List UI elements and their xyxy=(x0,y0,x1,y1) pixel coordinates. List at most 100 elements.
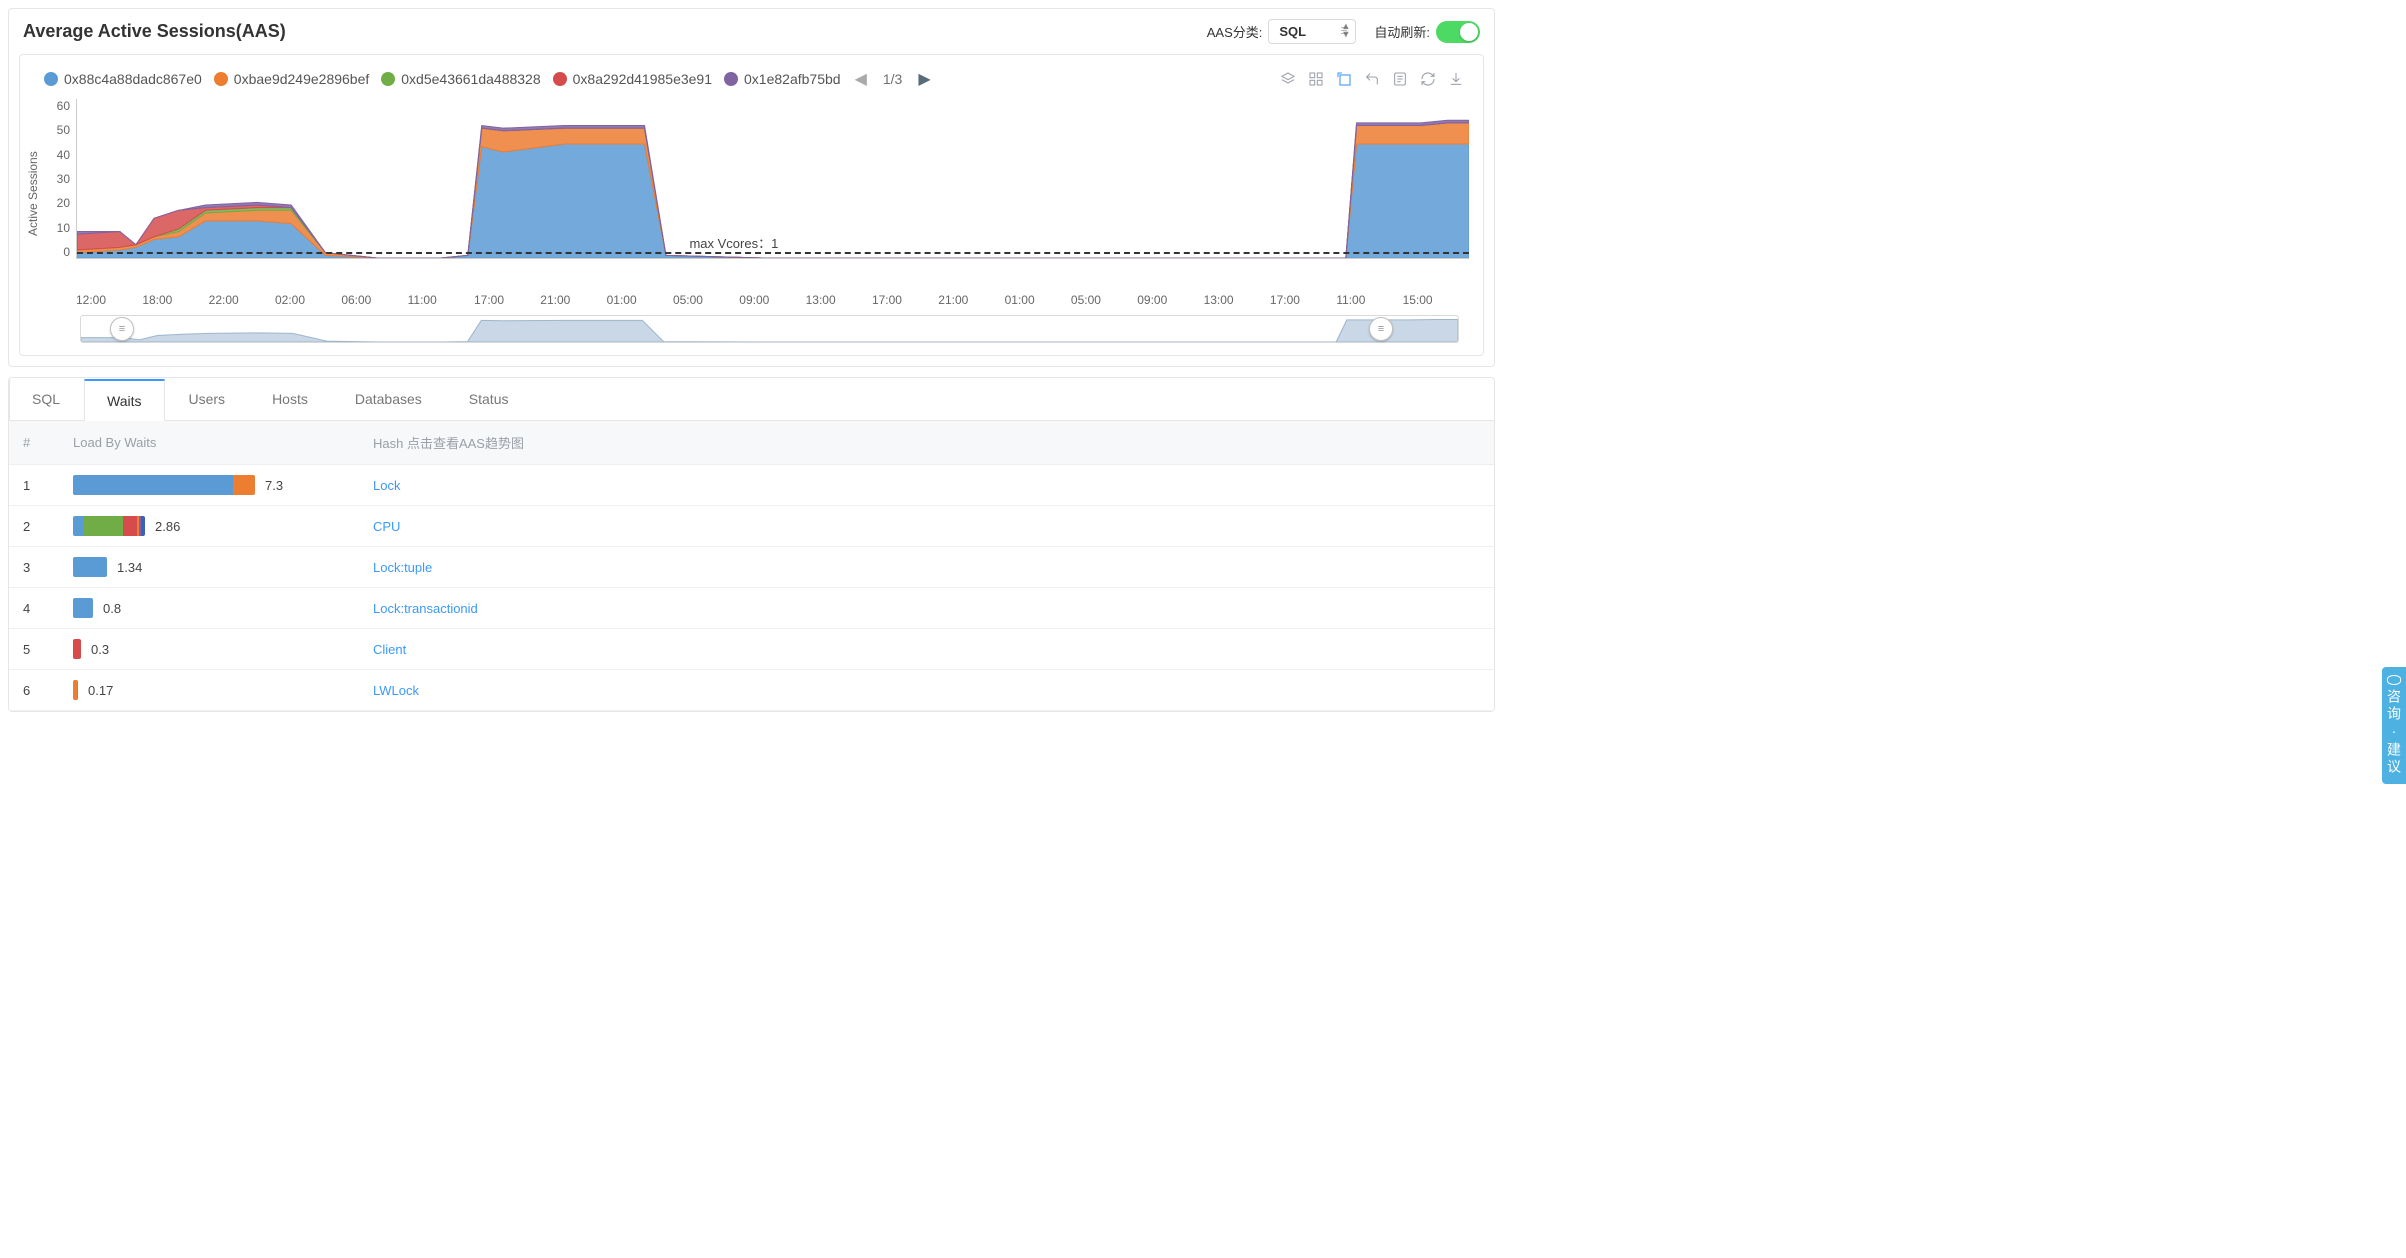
vcore-label: max Vcores：1 xyxy=(689,233,778,252)
refresh-icon[interactable] xyxy=(1419,70,1437,88)
legend-label: 0xd5e43661da488328 xyxy=(401,71,540,87)
bar-segment xyxy=(233,475,255,495)
legend-dot-icon xyxy=(553,72,567,86)
x-tick: 11:00 xyxy=(408,293,474,307)
load-bar xyxy=(73,557,107,577)
data-icon[interactable] xyxy=(1391,70,1409,88)
tab-status[interactable]: Status xyxy=(446,378,532,420)
row-load: 7.3 xyxy=(59,465,359,506)
x-tick: 05:00 xyxy=(1071,293,1137,307)
x-tick: 12:00 xyxy=(76,293,142,307)
row-load: 0.8 xyxy=(59,588,359,629)
y-tick: 0 xyxy=(46,245,70,259)
legend-item-4[interactable]: 0x1e82afb75bd xyxy=(724,71,841,87)
x-tick: 11:00 xyxy=(1336,293,1402,307)
reset-icon[interactable] xyxy=(1363,70,1381,88)
row-index: 4 xyxy=(9,588,59,629)
table-header: Load By Waits xyxy=(59,421,359,465)
x-tick: 09:00 xyxy=(739,293,805,307)
row-index: 1 xyxy=(9,465,59,506)
bar-segment xyxy=(141,516,145,536)
y-tick: 30 xyxy=(46,172,70,186)
legend-item-1[interactable]: 0xbae9d249e2896bef xyxy=(214,71,369,87)
table-row: 50.3Client xyxy=(9,629,1494,670)
bar-segment xyxy=(77,680,78,700)
row-index: 6 xyxy=(9,670,59,711)
x-tick: 05:00 xyxy=(673,293,739,307)
legend-item-2[interactable]: 0xd5e43661da488328 xyxy=(381,71,540,87)
tab-users[interactable]: Users xyxy=(166,378,249,420)
legend-item-0[interactable]: 0x88c4a88dadc867e0 xyxy=(44,71,202,87)
row-hash-cell: LWLock xyxy=(359,670,1494,711)
autorefresh-toggle[interactable] xyxy=(1436,21,1480,43)
row-hash-cell: Lock:tuple xyxy=(359,547,1494,588)
zoom-slider-track[interactable]: ≡ ≡ xyxy=(80,315,1459,343)
legend-label: 0x88c4a88dadc867e0 xyxy=(64,71,202,87)
y-tick: 10 xyxy=(46,221,70,235)
waits-table: #Load By WaitsHash 点击查看AAS趋势图 17.3Lock22… xyxy=(9,421,1494,711)
row-index: 2 xyxy=(9,506,59,547)
category-select[interactable]: SQL ▴▾ xyxy=(1268,19,1356,44)
bar-segment xyxy=(73,475,233,495)
hash-link[interactable]: Client xyxy=(373,642,406,657)
table-row: 31.34Lock:tuple xyxy=(9,547,1494,588)
legend-item-3[interactable]: 0x8a292d41985e3e91 xyxy=(553,71,712,87)
legend-prev-arrow-icon[interactable]: ◀ xyxy=(853,69,869,89)
y-tick: 50 xyxy=(46,123,70,137)
legend-row: 0x88c4a88dadc867e0 0xbae9d249e2896bef 0xd5… xyxy=(24,63,1469,93)
stack-icon[interactable] xyxy=(1279,70,1297,88)
zoom-handle-left[interactable]: ≡ xyxy=(110,317,134,341)
category-select-value: SQL xyxy=(1279,24,1306,39)
load-bar xyxy=(73,680,78,700)
legend-dot-icon xyxy=(214,72,228,86)
x-tick: 13:00 xyxy=(806,293,872,307)
table-header: # xyxy=(9,421,59,465)
chart-plot[interactable]: max Vcores：1 xyxy=(76,99,1469,259)
x-tick: 17:00 xyxy=(474,293,540,307)
tab-hosts[interactable]: Hosts xyxy=(249,378,331,420)
aas-panel: Average Active Sessions(AAS) AAS分类: SQL … xyxy=(8,8,1495,367)
x-tick: 17:00 xyxy=(872,293,938,307)
x-tick: 01:00 xyxy=(1005,293,1071,307)
bar-segment xyxy=(73,516,83,536)
row-load: 0.3 xyxy=(59,629,359,670)
x-tick: 21:00 xyxy=(540,293,606,307)
x-tick: 18:00 xyxy=(142,293,208,307)
row-load: 2.86 xyxy=(59,506,359,547)
x-axis-ticks: 12:0018:0022:0002:0006:0011:0017:0021:00… xyxy=(76,289,1469,307)
tab-databases[interactable]: Databases xyxy=(332,378,445,420)
tab-sql[interactable]: SQL xyxy=(9,378,83,420)
vcore-line xyxy=(77,252,1469,254)
panel-title: Average Active Sessions(AAS) xyxy=(23,21,286,42)
x-tick: 15:00 xyxy=(1403,293,1469,307)
y-tick: 40 xyxy=(46,148,70,162)
aas-header: Average Active Sessions(AAS) AAS分类: SQL … xyxy=(9,9,1494,54)
hash-link[interactable]: Lock xyxy=(373,478,400,493)
load-bar xyxy=(73,516,145,536)
hash-link[interactable]: Lock:transactionid xyxy=(373,601,478,616)
x-tick: 22:00 xyxy=(209,293,275,307)
zoom-minimap xyxy=(80,315,1459,343)
legend-dot-icon xyxy=(381,72,395,86)
download-icon[interactable] xyxy=(1447,70,1465,88)
zoom-handle-right[interactable]: ≡ xyxy=(1369,317,1393,341)
row-index: 3 xyxy=(9,547,59,588)
feedback-tab[interactable]: 咨询·建议 xyxy=(2382,667,2406,784)
bar-segment xyxy=(73,557,107,577)
hash-link[interactable]: Lock:tuple xyxy=(373,560,432,575)
tab-waits[interactable]: Waits xyxy=(84,379,164,421)
feedback-icon xyxy=(2387,675,2401,685)
grid-icon[interactable] xyxy=(1307,70,1325,88)
bar-segment xyxy=(73,598,93,618)
hash-link[interactable]: LWLock xyxy=(373,683,419,698)
feedback-label: 咨询·建议 xyxy=(2384,689,2404,776)
load-value: 0.8 xyxy=(103,601,121,616)
x-tick: 02:00 xyxy=(275,293,341,307)
select-icon[interactable] xyxy=(1335,70,1353,88)
hash-link[interactable]: CPU xyxy=(373,519,400,534)
table-row: 17.3 Lock xyxy=(9,465,1494,506)
legend-dot-icon xyxy=(44,72,58,86)
x-tick: 21:00 xyxy=(938,293,1004,307)
legend-next-arrow-icon[interactable]: ▶ xyxy=(916,69,932,89)
y-tick: 20 xyxy=(46,196,70,210)
